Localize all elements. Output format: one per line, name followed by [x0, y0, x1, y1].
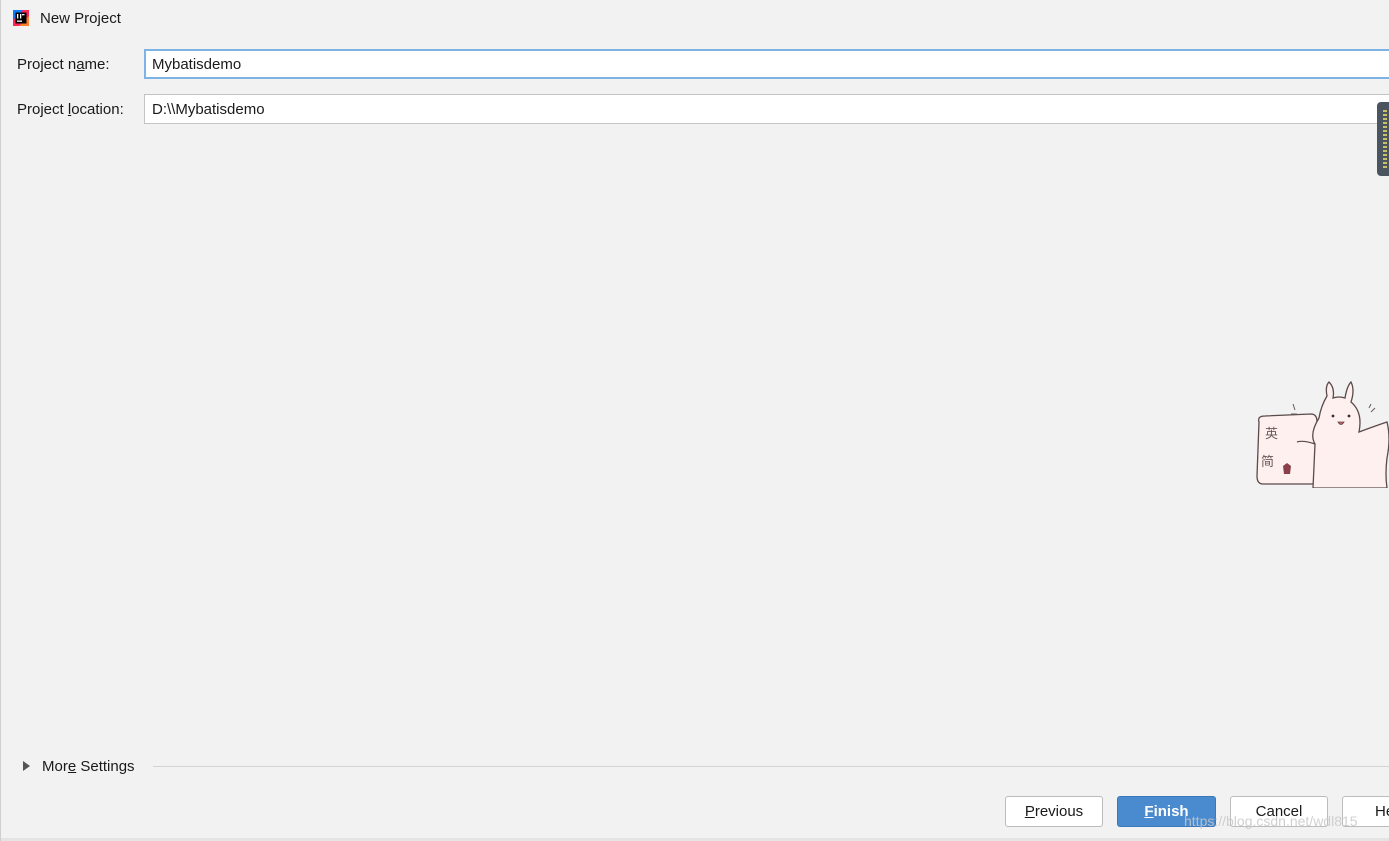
project-location-input[interactable]: [144, 94, 1389, 124]
new-project-dialog: New Project Project name: Project locati…: [0, 0, 1389, 841]
mascot-glyph-top: 英: [1265, 427, 1278, 442]
project-name-input[interactable]: [144, 49, 1389, 79]
expand-triangle-icon: [23, 761, 30, 771]
previous-button[interactable]: Previous: [1005, 796, 1103, 827]
mascot-glyph-bottom: 简: [1261, 454, 1274, 470]
more-settings-label: More Settings: [42, 757, 135, 775]
watermark-text: https://blog.csdn.net/wdl815: [1184, 813, 1358, 829]
intellij-idea-icon: [13, 10, 29, 26]
window-title: New Project: [40, 10, 121, 27]
project-location-label: Project location:: [17, 101, 124, 118]
title-bar: New Project: [1, 0, 1389, 38]
more-settings-section: More Settings: [19, 755, 1389, 777]
gauge-bars: [1383, 110, 1387, 170]
project-name-label: Project name:: [17, 56, 110, 73]
more-settings-divider: [153, 766, 1389, 767]
rabbit-mascot-widget[interactable]: 英 简: [1253, 378, 1389, 488]
project-name-row: Project name:: [1, 49, 1389, 81]
side-gauge-widget[interactable]: [1377, 102, 1389, 176]
more-settings-toggle[interactable]: More Settings: [19, 755, 135, 777]
project-location-row: Project location:: [1, 94, 1389, 126]
